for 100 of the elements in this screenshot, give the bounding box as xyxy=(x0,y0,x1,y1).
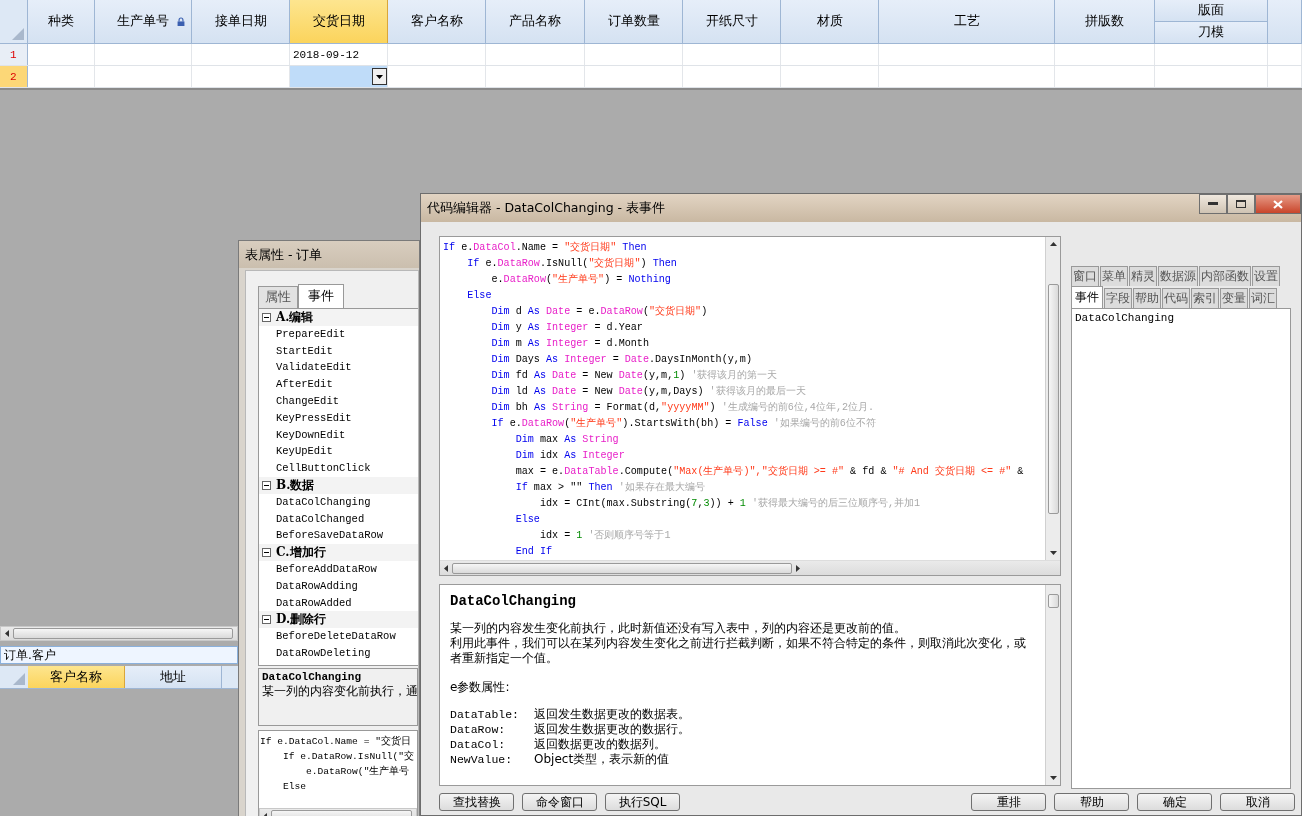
minimize-button[interactable] xyxy=(1199,194,1227,214)
scroll-down-icon[interactable] xyxy=(1049,551,1057,555)
event-item[interactable]: DataColChanged xyxy=(259,510,418,528)
event-item[interactable]: BeforeSaveDataRow xyxy=(259,527,418,545)
scroll-left-icon[interactable] xyxy=(264,812,268,816)
vertical-scrollbar[interactable] xyxy=(1045,237,1060,560)
scrollbar-thumb[interactable] xyxy=(1047,594,1059,608)
event-item[interactable]: DataRowDeleting xyxy=(259,644,418,662)
row-number[interactable]: 2 xyxy=(0,66,28,87)
window-title: 代码编辑器 - DataColChanging - 表事件 xyxy=(427,199,666,217)
collapse-icon[interactable] xyxy=(262,312,271,322)
event-item[interactable]: AfterEdit xyxy=(259,376,418,393)
event-item[interactable]: ValidateEdit xyxy=(259,359,418,377)
tab[interactable]: 精灵 xyxy=(1129,266,1157,286)
event-item[interactable]: BeforeAddDataRow xyxy=(259,560,418,578)
tab[interactable]: 事件 xyxy=(298,284,344,308)
horizontal-scrollbar[interactable] xyxy=(0,626,238,641)
event-item[interactable]: KeyUpEdit xyxy=(259,443,418,461)
column-header[interactable]: 地址 xyxy=(125,666,222,688)
event-item[interactable]: DataRowAdding xyxy=(259,577,418,595)
table-cell[interactable]: 2018-09-12 xyxy=(290,44,388,65)
collapse-icon[interactable] xyxy=(262,615,271,625)
column-header[interactable]: 客户名称 xyxy=(388,0,486,43)
column-header[interactable]: 交货日期 xyxy=(290,0,388,43)
scrollbar-thumb[interactable] xyxy=(1047,283,1059,514)
event-item[interactable]: DataColChanging xyxy=(259,493,418,511)
table-cell[interactable] xyxy=(290,66,388,87)
tab[interactable]: 内部函数 xyxy=(1199,266,1251,286)
collapse-icon[interactable] xyxy=(262,480,271,490)
scroll-up-icon[interactable] xyxy=(1049,242,1057,246)
column-header[interactable]: 版面 xyxy=(1155,0,1267,21)
tab[interactable]: 窗口 xyxy=(1071,266,1099,286)
tab[interactable]: 索引 xyxy=(1191,288,1219,308)
description-title: DataColChanging xyxy=(262,671,363,683)
dialog-button[interactable]: 取消 xyxy=(1220,793,1295,811)
event-item[interactable]: CellButtonClick xyxy=(259,460,418,477)
toolbar-button[interactable]: 查找替换 xyxy=(439,793,514,811)
horizontal-scrollbar[interactable] xyxy=(440,560,1060,575)
tab[interactable]: 属性 xyxy=(258,286,298,308)
tab[interactable]: 设置 xyxy=(1252,266,1280,286)
tab[interactable]: 菜单 xyxy=(1100,266,1128,286)
column-header[interactable]: 拼版数 xyxy=(1055,0,1155,43)
column-header[interactable]: 接单日期 xyxy=(192,0,290,43)
event-item[interactable]: ChangeEdit xyxy=(259,393,418,410)
tab[interactable]: 事件 xyxy=(1071,286,1103,308)
event-item[interactable]: PrepareEdit xyxy=(259,325,418,343)
event-item[interactable]: DataRowAdded xyxy=(259,594,418,612)
caret-icon xyxy=(376,74,383,79)
parameter-description: 返回数据更改的数据列。 xyxy=(534,737,666,752)
lock-icon xyxy=(177,17,185,27)
help-heading: e参数属性: xyxy=(450,680,511,695)
parameter-name: DataTable: xyxy=(450,707,520,722)
column-header[interactable]: 客户名称 xyxy=(28,666,125,688)
toolbar-button[interactable]: 执行SQL xyxy=(605,793,680,811)
code-line: Dim y As Integer = d.Year xyxy=(490,321,644,335)
event-item[interactable]: StartEdit xyxy=(259,342,418,360)
scroll-left-icon[interactable] xyxy=(5,630,9,637)
tab[interactable]: 词汇 xyxy=(1249,288,1277,308)
code-line: e.DataRow("生产单号") = Nothing xyxy=(490,272,672,287)
column-header[interactable]: 材质 xyxy=(781,0,879,43)
code-line: If e.DataCol.Name = "交货日 xyxy=(260,734,412,749)
close-button[interactable] xyxy=(1255,194,1301,214)
category-label: C.增加行 xyxy=(276,544,326,562)
scrollbar-thumb[interactable] xyxy=(452,562,792,574)
column-header[interactable]: 开纸尺寸 xyxy=(683,0,781,43)
toolbar-button[interactable]: 命令窗口 xyxy=(522,793,597,811)
scroll-right-icon[interactable] xyxy=(796,564,800,572)
scroll-left-icon[interactable] xyxy=(444,564,448,572)
tab[interactable]: 数据源 xyxy=(1158,266,1198,286)
code-line: Else xyxy=(514,513,541,527)
scrollbar-thumb[interactable] xyxy=(13,628,233,639)
column-header[interactable]: 工艺 xyxy=(879,0,1055,43)
dialog-button[interactable]: 重排 xyxy=(971,793,1046,811)
column-header[interactable]: 产品名称 xyxy=(486,0,585,43)
dropdown-button[interactable] xyxy=(372,68,387,85)
tab[interactable]: 帮助 xyxy=(1133,288,1161,308)
scroll-down-icon[interactable] xyxy=(1049,776,1057,780)
minimize-icon xyxy=(1208,202,1218,206)
category-label: D.删除行 xyxy=(276,611,327,629)
tab[interactable]: 字段 xyxy=(1104,288,1132,308)
code-line: If e.DataCol.Name = "交货日期" Then xyxy=(443,240,648,255)
event-item[interactable]: BeforeDeleteDataRow xyxy=(259,628,418,645)
dialog-button[interactable]: 帮助 xyxy=(1054,793,1129,811)
list-item[interactable]: DataColChanging xyxy=(1075,312,1287,324)
table-path-field[interactable]: 订单.客户 xyxy=(0,646,238,664)
help-text: 某一列的内容发生变化前执行，此时新值还没有写入表中，列的内容还是更改前的值。 xyxy=(450,621,907,636)
row-number[interactable]: 1 xyxy=(0,44,28,65)
column-header[interactable]: 生产单号 xyxy=(95,0,192,43)
maximize-button[interactable] xyxy=(1227,194,1255,214)
column-header[interactable]: 订单数量 xyxy=(585,0,683,43)
column-header[interactable]: 刀模 xyxy=(1155,21,1267,43)
event-item[interactable]: KeyPressEdit xyxy=(259,409,418,427)
collapse-icon[interactable] xyxy=(262,548,271,558)
tab[interactable]: 变量 xyxy=(1220,288,1248,308)
dialog-button[interactable]: 确定 xyxy=(1137,793,1212,811)
tab[interactable]: 代码 xyxy=(1162,288,1190,308)
vertical-scrollbar[interactable] xyxy=(1045,585,1060,785)
event-item[interactable]: KeyDownEdit xyxy=(259,426,418,444)
close-icon xyxy=(1273,199,1283,209)
column-header[interactable]: 种类 xyxy=(28,0,95,43)
